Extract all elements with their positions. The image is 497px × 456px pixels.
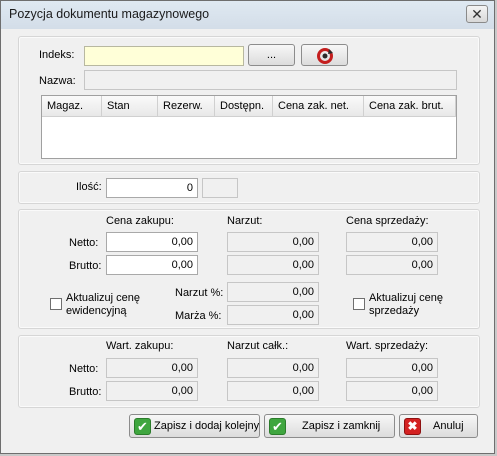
- purchase-value-net-field: 0,00: [106, 358, 198, 378]
- refresh-icon: [316, 48, 333, 64]
- value-net-label: Netto:: [69, 363, 99, 375]
- title-bar[interactable]: Pozycja dokumentu magazynowego ✕: [1, 1, 494, 29]
- margin-pct-label: Marża %:: [175, 310, 222, 322]
- total-markup-gross-field: 0,00: [227, 381, 319, 401]
- save-and-close-label: Zapisz i zamknij: [302, 420, 381, 432]
- item-group: Indeks: ... Nazwa: Magaz. Stan Rezerw. D…: [18, 36, 480, 165]
- dialog-window: Pozycja dokumentu magazynowego ✕ Indeks:…: [0, 0, 495, 454]
- quantity-label: Ilość:: [76, 181, 102, 193]
- update-record-price-label[interactable]: Aktualizuj cenę ewidencyjną: [66, 292, 146, 318]
- column-header-cena-zak-net[interactable]: Cena zak. net.: [273, 96, 364, 117]
- purchase-value-gross-field: 0,00: [106, 381, 198, 401]
- markup-pct-label: Narzut %:: [175, 287, 224, 299]
- column-header-dostepn[interactable]: Dostępn.: [215, 96, 273, 117]
- value-gross-label: Brutto:: [69, 386, 102, 398]
- cancel-label: Anuluj: [433, 420, 464, 432]
- save-and-add-next-button[interactable]: ✔ Zapisz i dodaj kolejny: [129, 414, 260, 438]
- column-header-stan[interactable]: Stan: [102, 96, 158, 117]
- quantity-input[interactable]: 0: [106, 178, 198, 198]
- price-net-label: Netto:: [69, 237, 99, 249]
- column-header-cena-zak-brut[interactable]: Cena zak. brut.: [364, 96, 456, 117]
- close-icon: ✕: [471, 6, 483, 22]
- refresh-button[interactable]: [301, 44, 348, 66]
- quantity-group: Ilość: 0: [18, 171, 480, 204]
- checkmark-icon: ✔: [269, 418, 286, 435]
- update-sale-price-label[interactable]: Aktualizuj cenę sprzedaży: [369, 292, 449, 318]
- sale-value-gross-field: 0,00: [346, 381, 438, 401]
- name-field[interactable]: [84, 70, 457, 90]
- browse-index-button[interactable]: ...: [248, 44, 295, 66]
- cancel-icon: ✖: [404, 418, 421, 435]
- update-sale-price-checkbox[interactable]: [353, 298, 365, 310]
- window-title: Pozycja dokumentu magazynowego: [9, 7, 210, 21]
- values-group: Wart. zakupu: Narzut całk.: Wart. sprzed…: [18, 335, 480, 408]
- sale-gross-field: 0,00: [346, 255, 438, 275]
- checkmark-icon: ✔: [134, 418, 151, 435]
- name-label: Nazwa:: [39, 75, 76, 87]
- column-header-magaz[interactable]: Magaz.: [42, 96, 102, 117]
- index-label: Indeks:: [39, 49, 75, 61]
- sale-value-net-field: 0,00: [346, 358, 438, 378]
- sale-net-field: 0,00: [346, 232, 438, 252]
- markup-pct-field: 0,00: [227, 282, 319, 302]
- margin-pct-field: 0,00: [227, 305, 319, 325]
- prices-group: Cena zakupu: Narzut: Cena sprzedaży: Net…: [18, 209, 480, 329]
- purchase-price-header: Cena zakupu:: [106, 215, 174, 227]
- save-and-add-next-label: Zapisz i dodaj kolejny: [154, 420, 260, 432]
- sale-value-header: Wart. sprzedaży:: [346, 340, 429, 352]
- price-gross-label: Brutto:: [69, 260, 102, 272]
- dialog-client: Indeks: ... Nazwa: Magaz. Stan Rezerw. D…: [8, 29, 489, 449]
- markup-header: Narzut:: [227, 215, 263, 227]
- cancel-button[interactable]: ✖ Anuluj: [399, 414, 478, 438]
- purchase-value-header: Wart. zakupu:: [106, 340, 174, 352]
- update-record-price-checkbox[interactable]: [50, 298, 62, 310]
- sale-price-header: Cena sprzedaży:: [346, 215, 429, 227]
- index-input[interactable]: [84, 46, 244, 66]
- stock-table[interactable]: Magaz. Stan Rezerw. Dostępn. Cena zak. n…: [41, 95, 457, 159]
- total-markup-header: Narzut całk.:: [227, 340, 289, 352]
- column-header-rezerw[interactable]: Rezerw.: [158, 96, 215, 117]
- total-markup-net-field: 0,00: [227, 358, 319, 378]
- markup-net-field: 0,00: [227, 232, 319, 252]
- purchase-net-input[interactable]: 0,00: [106, 232, 198, 252]
- save-and-close-button[interactable]: ✔ Zapisz i zamknij: [264, 414, 395, 438]
- markup-gross-field: 0,00: [227, 255, 319, 275]
- purchase-gross-input[interactable]: 0,00: [106, 255, 198, 275]
- unit-field: [202, 178, 238, 198]
- close-button[interactable]: ✕: [466, 5, 488, 23]
